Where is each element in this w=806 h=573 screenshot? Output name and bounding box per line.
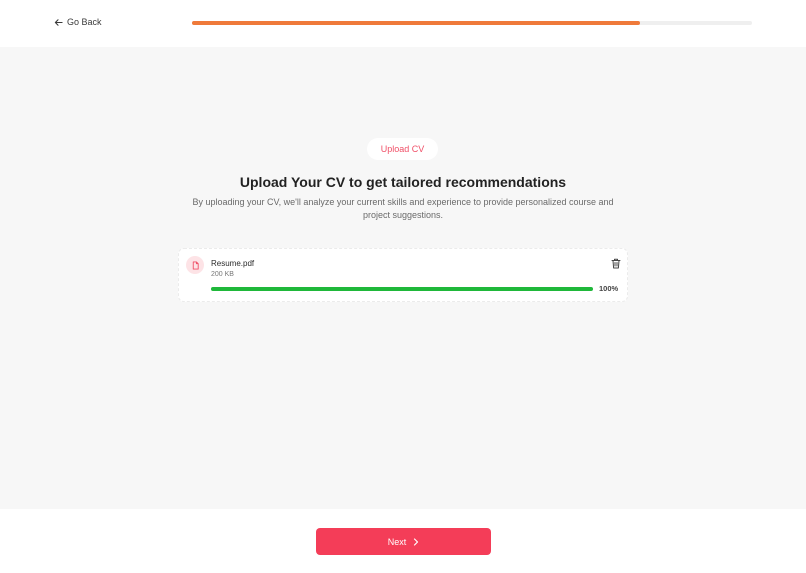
trash-icon[interactable] [610, 257, 622, 269]
page-subtitle: By uploading your CV, we'll analyze your… [192, 197, 614, 220]
chevron-right-icon [413, 537, 419, 546]
file-name: Resume.pdf [211, 259, 255, 268]
upload-progress-bar [211, 287, 593, 291]
page-title: Upload Your CV to get tailored recommend… [239, 174, 567, 190]
step-pill: Upload CV [367, 138, 438, 160]
top-bar: Go Back [0, 0, 806, 47]
onboarding-progress-fill [192, 21, 640, 25]
footer-bar: Next [0, 509, 806, 573]
next-button-label: Next [387, 536, 407, 547]
next-button[interactable]: Next [316, 528, 491, 555]
uploaded-file-card: Resume.pdf 200 KB 100% [178, 248, 628, 302]
upload-progress-fill [211, 287, 593, 291]
document-icon [186, 256, 204, 274]
main-content: Upload CV Upload Your CV to get tailored… [0, 47, 806, 509]
upload-progress-percent: 100% [599, 284, 619, 293]
onboarding-progress-bar [192, 21, 752, 25]
go-back-link[interactable]: Go Back [54, 17, 102, 27]
arrow-left-icon [54, 18, 63, 27]
file-size: 200 KB [211, 271, 234, 278]
go-back-label: Go Back [67, 17, 102, 27]
upload-cv-page: Go Back Upload CV Upload Your CV to get … [0, 0, 806, 573]
